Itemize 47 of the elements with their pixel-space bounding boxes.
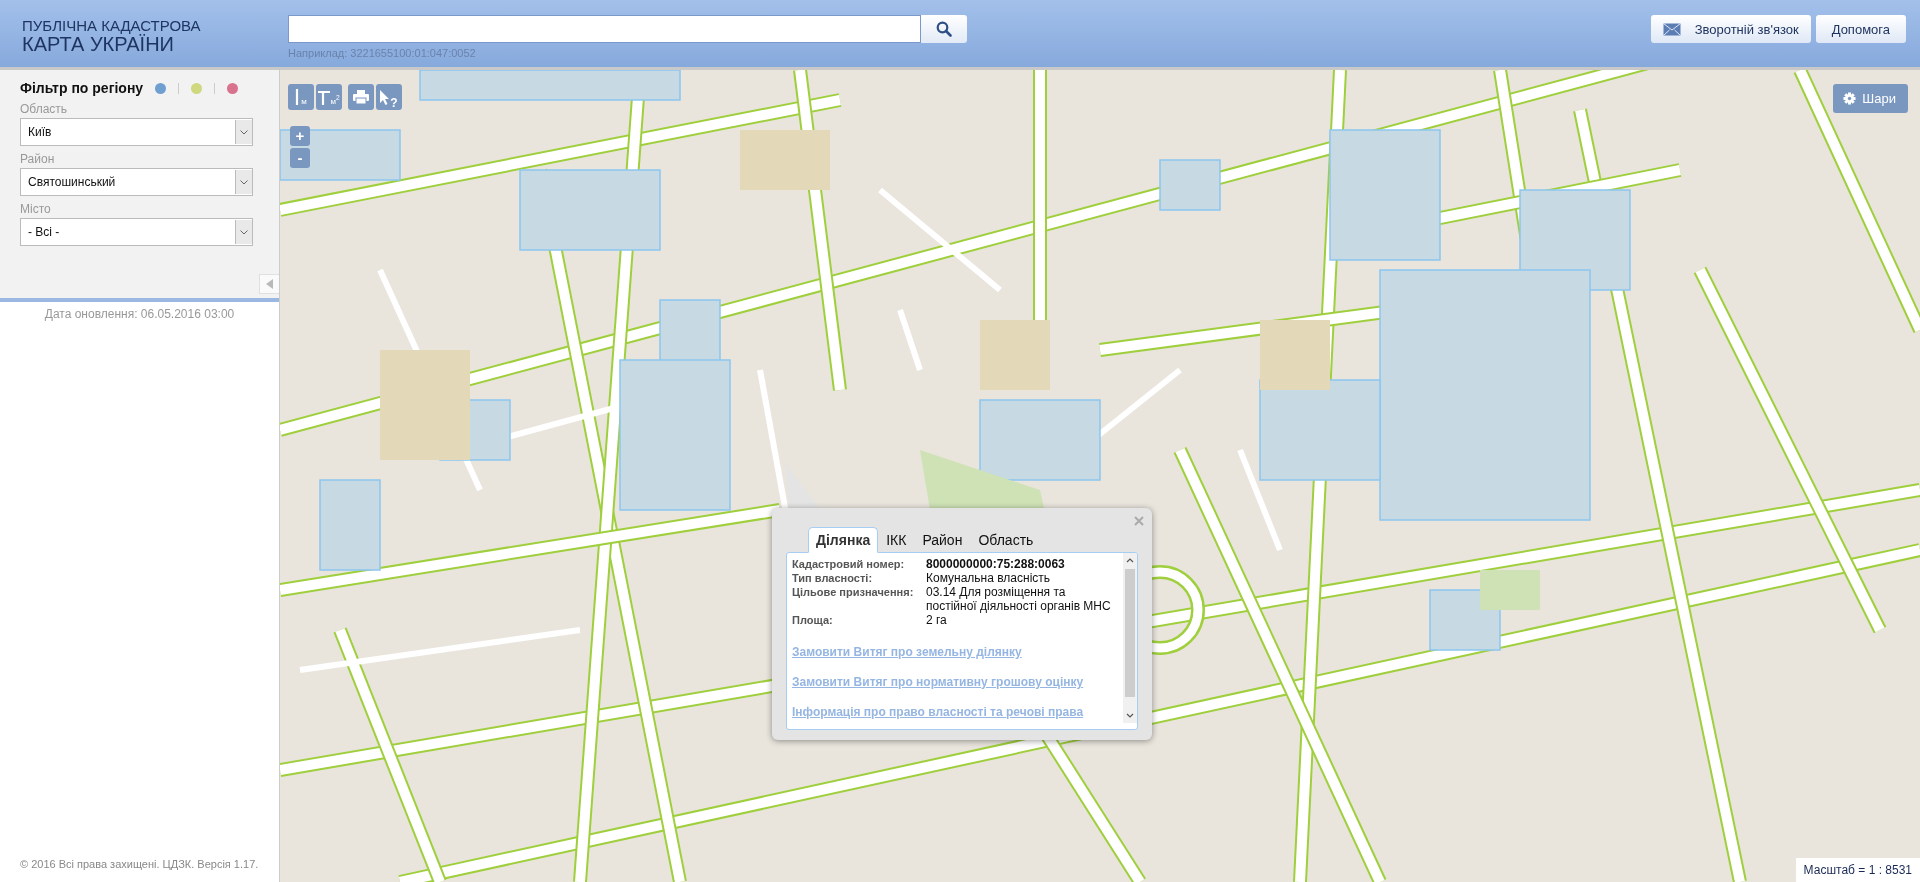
field-value: 03.14 Для розміщення та постійної діяльності органів МНС: [926, 585, 1112, 613]
logo-title: ПУБЛІЧНА КАДАСТРОВА: [22, 18, 202, 34]
update-date: Дата оновлення: 06.05.2016 03:00: [43, 307, 236, 321]
popup-tab[interactable]: ІКК: [878, 527, 915, 553]
scrollbar[interactable]: [1123, 553, 1137, 723]
popup-tab[interactable]: Ділянка: [808, 527, 879, 553]
printer-icon: [353, 90, 369, 104]
help-button[interactable]: Допомога: [1815, 15, 1906, 43]
feedback-button[interactable]: Зворотній зв'язок: [1650, 15, 1811, 43]
field-label: Область: [20, 102, 69, 116]
field-label: Місто: [20, 202, 52, 216]
region-dropdown[interactable]: Святошинський: [20, 168, 253, 196]
field-label: Район: [20, 152, 56, 166]
region-dropdown[interactable]: - Всі -: [20, 218, 253, 246]
chevron-down-icon: [240, 129, 248, 135]
chevron-down-icon: [240, 179, 248, 185]
close-icon: [1134, 516, 1144, 526]
field-label: Тип власності:: [792, 571, 874, 585]
search-field[interactable]: [288, 15, 921, 43]
print-button[interactable]: [348, 84, 374, 110]
field-value: 2 га: [926, 613, 948, 627]
triangle-left-icon: [266, 279, 273, 289]
color-theme-dot[interactable]: [191, 82, 203, 94]
ruler-icon: [318, 89, 331, 105]
envelope-icon: [1662, 22, 1681, 36]
region-dropdown[interactable]: Київ: [20, 118, 253, 146]
cursor-icon: [380, 89, 391, 105]
field-value: 8000000000:75:288:0063: [926, 557, 1066, 571]
field-label: Цільове призначення:: [792, 585, 915, 600]
map-drawing[interactable]: [280, 70, 1920, 882]
search-button[interactable]: [921, 15, 967, 43]
popup-tab[interactable]: Область: [970, 527, 1042, 553]
popup-tab[interactable]: Район: [914, 527, 971, 553]
map-scale: Масштаб = 1 : 8531: [1795, 858, 1920, 882]
color-theme-dot[interactable]: [227, 82, 239, 94]
search-icon: [936, 21, 952, 37]
filter-title: Фільтр по регіону: [20, 80, 144, 96]
chevron-down-icon: [240, 229, 248, 235]
color-theme-dot[interactable]: [155, 82, 167, 94]
gear-icon: [1843, 92, 1857, 105]
field-label: Кадастровий номер:: [792, 557, 906, 571]
collapse-button[interactable]: [259, 274, 279, 294]
logo-title: КАРТА УКРАЇНИ: [22, 34, 174, 54]
field-label: Площа:: [792, 613, 834, 627]
field-value: Комунальна власність: [926, 571, 1052, 585]
close-button[interactable]: [1132, 514, 1146, 528]
copyright-text: © 2016 Всі права захищені. ЦДЗК. Версія 1.17.: [19, 858, 260, 872]
